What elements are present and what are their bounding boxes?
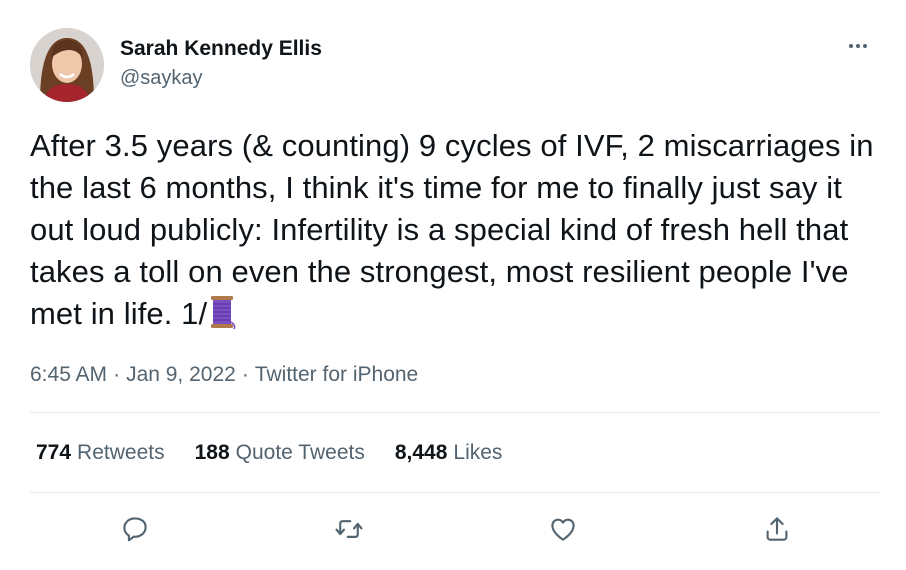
tweet-date[interactable]: Jan 9, 2022	[126, 363, 236, 386]
tweet-actions-bar	[30, 506, 880, 556]
tweet-source[interactable]: Twitter for iPhone	[255, 363, 418, 386]
reply-icon	[123, 517, 147, 542]
more-dot-icon	[863, 44, 867, 48]
quote-tweets-label: Quote Tweets	[235, 441, 365, 464]
likes-label: Likes	[453, 441, 503, 464]
tweet-metadata: 6:45 AM · Jan 9, 2022 · Twitter for iPhone	[30, 361, 418, 389]
tweet-card: Sarah Kennedy Ellis @saykay After 3.5 ye…	[0, 0, 906, 570]
reply-button[interactable]	[112, 506, 158, 552]
retweets-label: Retweets	[77, 441, 165, 464]
author-handle[interactable]: @saykay	[120, 65, 322, 91]
profile-photo-icon	[30, 28, 104, 102]
share-icon	[766, 517, 788, 541]
tweet-body: After 3.5 years (& counting) 9 cycles of…	[30, 125, 880, 335]
share-button[interactable]	[754, 506, 800, 552]
meta-separator: ·	[113, 363, 121, 386]
quote-tweets-count: 188	[194, 441, 230, 464]
thread-spool-emoji-icon	[211, 296, 236, 330]
retweets-stat[interactable]: 774 Retweets	[36, 439, 165, 467]
retweets-count: 774	[36, 441, 72, 464]
likes-stat[interactable]: 8,448 Likes	[395, 439, 503, 467]
divider	[30, 412, 880, 413]
likes-count: 8,448	[394, 441, 448, 464]
author-info: Sarah Kennedy Ellis @saykay	[120, 36, 322, 91]
retweet-button[interactable]	[326, 506, 372, 552]
meta-separator: ·	[241, 363, 249, 386]
heart-icon	[551, 518, 575, 541]
tweet-header: Sarah Kennedy Ellis @saykay	[30, 28, 876, 104]
like-button[interactable]	[540, 506, 586, 552]
more-dot-icon	[849, 44, 853, 48]
tweet-time[interactable]: 6:45 AM	[30, 363, 107, 386]
tweet-stats: 774 Retweets 188 Quote Tweets 8,448 Likes	[36, 439, 502, 467]
retweet-icon	[335, 520, 363, 538]
avatar[interactable]	[30, 28, 104, 102]
author-display-name[interactable]: Sarah Kennedy Ellis	[120, 36, 322, 62]
tweet-text: After 3.5 years (& counting) 9 cycles of…	[30, 128, 874, 331]
divider	[30, 492, 880, 493]
more-options-button[interactable]	[840, 34, 876, 58]
more-dot-icon	[856, 44, 860, 48]
quote-tweets-stat[interactable]: 188 Quote Tweets	[195, 439, 365, 467]
